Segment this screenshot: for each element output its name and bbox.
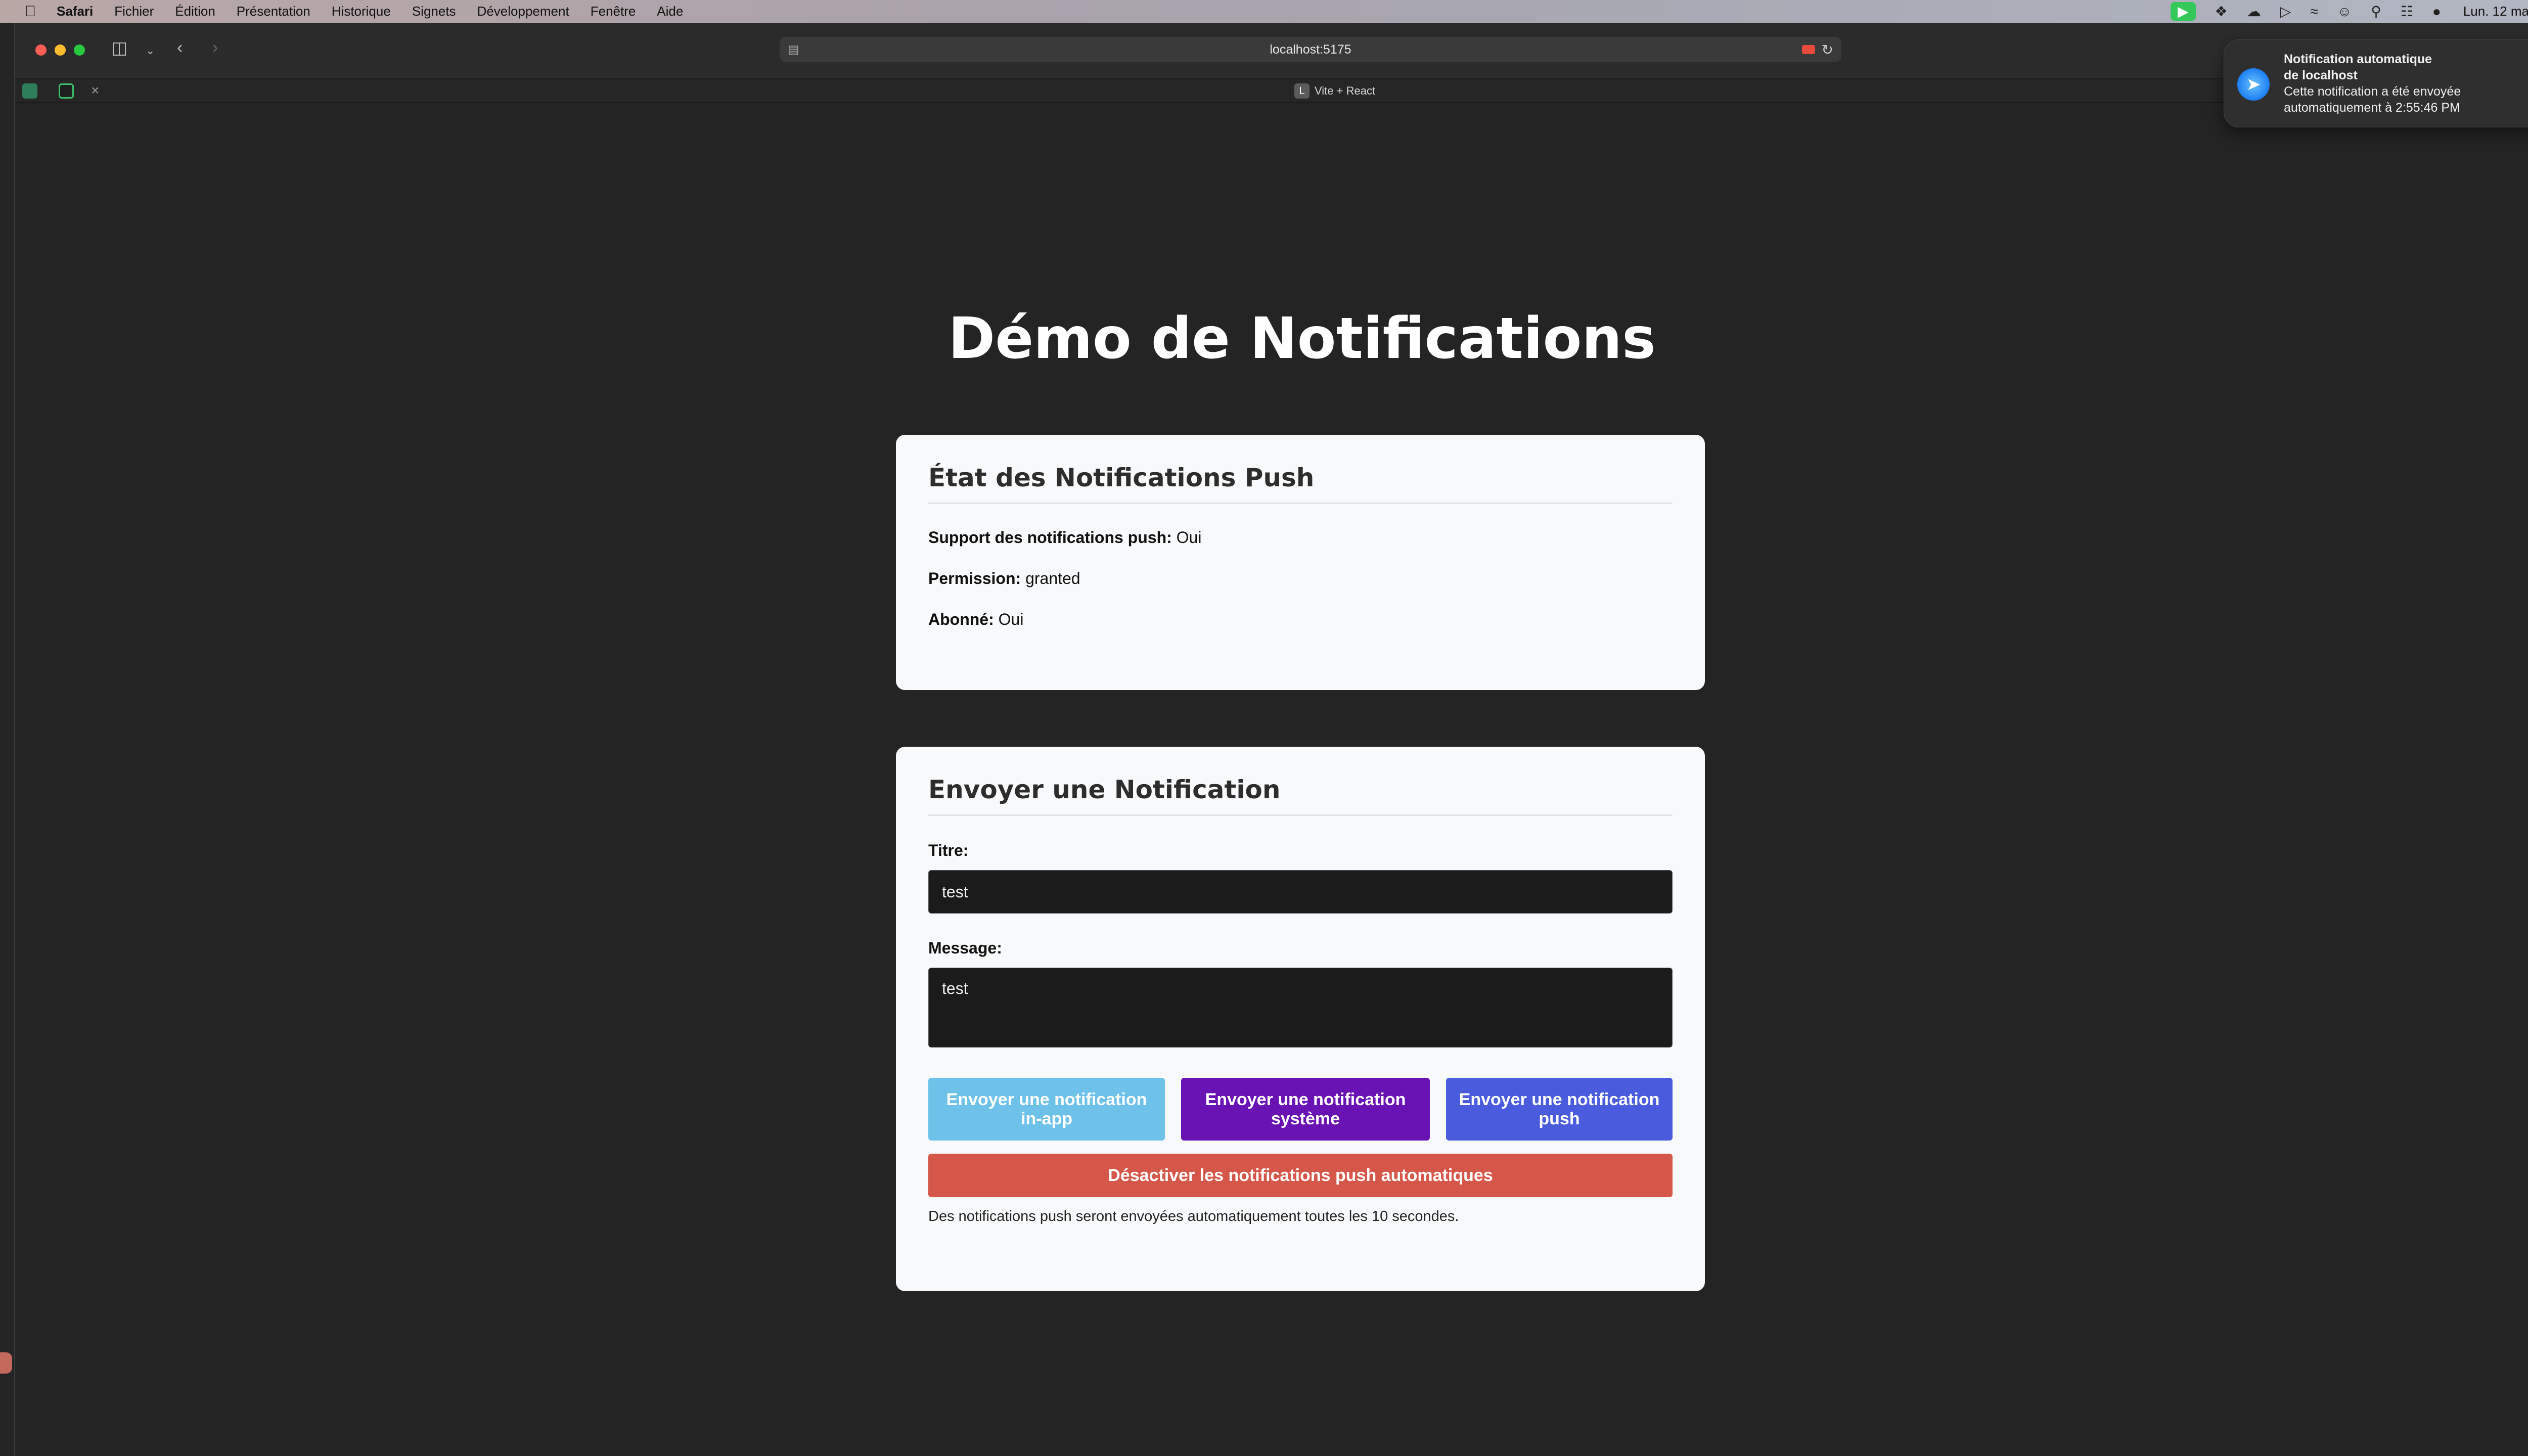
message-field-label: Message: [928, 939, 1002, 957]
send-push-notification-button[interactable]: Envoyer une notification push [1446, 1078, 1673, 1141]
support-label: Support des notifications push: [928, 528, 1172, 547]
notification-body-line2: automatiquement à 2:55:46 PM [2284, 101, 2460, 115]
close-tab-icon[interactable]: × [91, 82, 99, 99]
notification-content: Notification automatique de localhost Ce… [2284, 51, 2528, 116]
permission-label: Permission: [928, 569, 1021, 587]
menu-developpement[interactable]: Développement [477, 4, 569, 19]
page-settings-icon[interactable]: ▤ [788, 42, 799, 57]
page-content: Démo de Notifications État des Notificat… [15, 104, 2528, 1456]
address-text: localhost:5175 [1270, 42, 1351, 57]
menu-fenetre[interactable]: Fenêtre [591, 4, 636, 19]
desktop-edge-fragment [0, 1352, 12, 1374]
tab-title-label: Vite + React [1315, 84, 1376, 97]
window-controls [35, 44, 93, 56]
notification-toast[interactable]: ➤ Notification automatique de localhost … [2224, 39, 2528, 127]
spotlight-search-icon[interactable]: ⚲ [2371, 3, 2381, 20]
disable-auto-push-button[interactable]: Désactiver les notifications push automa… [928, 1154, 1673, 1197]
close-window-button[interactable] [35, 44, 47, 56]
wifi-icon[interactable]: ≈ [2310, 4, 2318, 20]
tab-active[interactable]: L Vite + React [1294, 83, 1375, 99]
menubar-status-area: ▶ ❖ ☁ ▷ ≈ ☺ ⚲ ☷ ● Lun. 12 mai 14:55 [2171, 0, 2528, 23]
title-input[interactable] [928, 870, 1673, 914]
send-buttons-row: Envoyer une notification in-app Envoyer … [928, 1078, 1673, 1141]
permission-value: granted [1025, 569, 1080, 587]
subscribed-status: Abonné: Oui [928, 610, 1673, 629]
menu-aide[interactable]: Aide [657, 4, 683, 19]
forward-icon[interactable]: › [212, 38, 218, 58]
menu-presentation[interactable]: Présentation [237, 4, 310, 19]
camera-in-use-icon[interactable]: ▶ [2171, 2, 2196, 21]
subscribed-label: Abonné: [928, 610, 994, 628]
notification-title-line1: Notification automatique [2284, 52, 2432, 66]
pinned-tab-icon[interactable] [22, 83, 37, 99]
send-notification-card: Envoyer une Notification Titre: Message:… [896, 747, 1705, 1291]
address-bar[interactable]: ▤ localhost:5175 ↻ [780, 37, 1841, 62]
siri-icon[interactable]: ● [2432, 4, 2441, 20]
dropbox-icon[interactable]: ❖ [2215, 3, 2228, 20]
chevron-down-icon[interactable]: ⌄ [146, 44, 155, 57]
support-status: Support des notifications push: Oui [928, 528, 1673, 547]
menu-fichier[interactable]: Fichier [114, 4, 154, 19]
cloud-icon[interactable]: ☁ [2247, 3, 2261, 20]
tab-bar: × L Vite + React [15, 79, 2528, 103]
send-notification-heading: Envoyer une Notification [928, 775, 1673, 816]
minimize-window-button[interactable] [55, 44, 66, 56]
notification-body-line1: Cette notification a été envoyée [2284, 84, 2461, 99]
pinned-tab-activity-icon[interactable] [59, 83, 74, 99]
menu-edition[interactable]: Édition [175, 4, 215, 19]
back-icon[interactable]: ‹ [177, 38, 183, 58]
sidebar-toggle-icon[interactable]: ◫ [111, 38, 127, 58]
send-inapp-notification-button[interactable]: Envoyer une notification in-app [928, 1078, 1165, 1141]
permission-status: Permission: granted [928, 569, 1673, 588]
play-icon[interactable]: ▷ [2280, 3, 2291, 20]
camera-recording-icon[interactable] [1802, 45, 1815, 54]
maximize-window-button[interactable] [74, 44, 85, 56]
subscribed-value: Oui [998, 610, 1024, 628]
page-title: Démo de Notifications [948, 306, 1656, 372]
title-field-label: Titre: [928, 841, 969, 859]
auto-push-footnote: Des notifications push seront envoyées a… [928, 1208, 1459, 1224]
reload-icon[interactable]: ↻ [1822, 41, 1833, 58]
send-system-notification-button[interactable]: Envoyer une notification système [1181, 1078, 1430, 1141]
user-icon[interactable]: ☺ [2337, 4, 2352, 20]
apple-menu-icon[interactable]:  [20, 3, 40, 20]
menubar-clock[interactable]: Lun. 12 mai 14:55 [2463, 4, 2528, 19]
push-status-card: État des Notifications Push Support des … [896, 435, 1705, 690]
support-value: Oui [1176, 528, 1202, 547]
safari-compass-icon: ➤ [2237, 68, 2270, 101]
menu-app-safari[interactable]: Safari [57, 4, 93, 19]
push-status-heading: État des Notifications Push [928, 463, 1673, 504]
menu-historique[interactable]: Historique [332, 4, 391, 19]
control-center-icon[interactable]: ☷ [2401, 3, 2413, 20]
tab-favicon: L [1294, 83, 1310, 99]
message-textarea[interactable]: test [928, 968, 1673, 1048]
browser-toolbar: ◫ ⌄ ‹ › ▤ localhost:5175 ↻ [15, 23, 2528, 79]
menu-signets[interactable]: Signets [412, 4, 456, 19]
notification-title-line2: de localhost [2284, 68, 2358, 82]
macos-menu-bar:  Safari Fichier Édition Présentation Hi… [0, 0, 2528, 23]
